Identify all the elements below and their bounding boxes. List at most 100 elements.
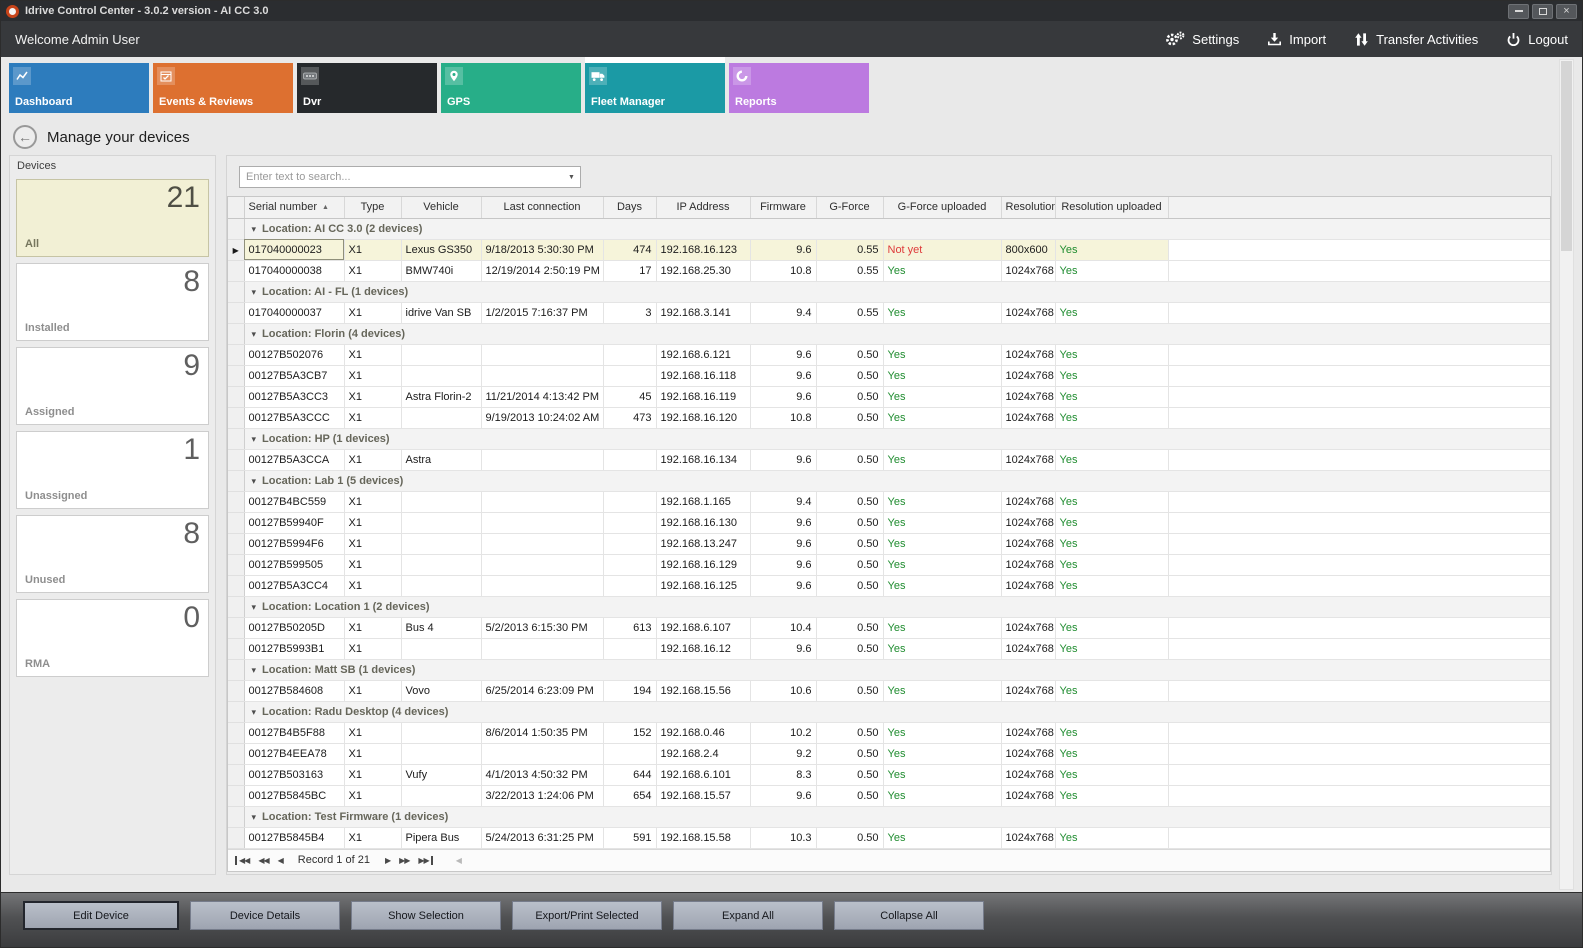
show-selection-button[interactable]: Show Selection: [351, 901, 501, 930]
device-filter-card-rma[interactable]: 0 RMA: [16, 599, 209, 677]
cell-firmware[interactable]: 9.6: [750, 449, 816, 470]
logout-button[interactable]: Logout: [1506, 32, 1568, 47]
cell-resolution[interactable]: 1024x768: [1001, 260, 1055, 281]
cell-days[interactable]: [603, 575, 656, 596]
cell-type[interactable]: X1: [344, 386, 401, 407]
cell-vehicle[interactable]: Vovo: [401, 680, 481, 701]
cell-resolution[interactable]: 1024x768: [1001, 302, 1055, 323]
cell-ip-address[interactable]: 192.168.16.129: [656, 554, 750, 575]
row-indicator[interactable]: [228, 554, 244, 575]
row-indicator[interactable]: [228, 764, 244, 785]
tab-events-reviews[interactable]: Events & Reviews: [153, 63, 293, 113]
cell-g-force-uploaded[interactable]: Yes: [883, 764, 1001, 785]
cell-last-connection[interactable]: [481, 344, 603, 365]
cell-g-force-uploaded[interactable]: Yes: [883, 491, 1001, 512]
cell-resolution-uploaded[interactable]: Yes: [1055, 638, 1168, 659]
column-header-ip-address[interactable]: IP Address: [656, 197, 750, 218]
cell-resolution-uploaded[interactable]: Yes: [1055, 722, 1168, 743]
cell-ip-address[interactable]: 192.168.2.4: [656, 743, 750, 764]
cell-vehicle[interactable]: Astra Florin-2: [401, 386, 481, 407]
tab-fleet-manager[interactable]: Fleet Manager: [585, 63, 725, 113]
row-indicator[interactable]: [228, 365, 244, 386]
cell-g-force[interactable]: 0.55: [816, 302, 883, 323]
group-row-header[interactable]: ▾Location: AI - FL (1 devices): [244, 281, 1550, 302]
cell-resolution[interactable]: 1024x768: [1001, 575, 1055, 596]
cell-days[interactable]: [603, 638, 656, 659]
cell-g-force[interactable]: 0.50: [816, 680, 883, 701]
cell-type[interactable]: X1: [344, 743, 401, 764]
row-indicator[interactable]: ▶: [228, 239, 244, 260]
cell-resolution-uploaded[interactable]: Yes: [1055, 239, 1168, 260]
cell-last-connection[interactable]: 11/21/2014 4:13:42 PM: [481, 386, 603, 407]
next-record-button[interactable]: ▶: [385, 856, 390, 865]
cell-resolution-uploaded[interactable]: Yes: [1055, 764, 1168, 785]
cell-ip-address[interactable]: 192.168.16.130: [656, 512, 750, 533]
cell-g-force[interactable]: 0.50: [816, 533, 883, 554]
cell-firmware[interactable]: 10.2: [750, 722, 816, 743]
cell-days[interactable]: [603, 449, 656, 470]
column-header-g-force-uploaded[interactable]: G-Force uploaded: [883, 197, 1001, 218]
row-indicator[interactable]: [228, 302, 244, 323]
cell-ip-address[interactable]: 192.168.16.125: [656, 575, 750, 596]
cell-ip-address[interactable]: 192.168.16.12: [656, 638, 750, 659]
previous-page-button[interactable]: ◀◀: [258, 856, 268, 865]
cell-days[interactable]: 591: [603, 827, 656, 848]
row-indicator[interactable]: [228, 743, 244, 764]
column-header-resolution-uploaded[interactable]: Resolution uploaded: [1055, 197, 1168, 218]
cell-g-force-uploaded[interactable]: Yes: [883, 302, 1001, 323]
chevron-down-icon[interactable]: ▼: [563, 174, 580, 181]
cell-firmware[interactable]: 9.4: [750, 302, 816, 323]
cell-last-connection[interactable]: 9/18/2013 5:30:30 PM: [481, 239, 603, 260]
row-indicator[interactable]: [228, 533, 244, 554]
cell-vehicle[interactable]: Vufy: [401, 764, 481, 785]
vertical-scrollbar[interactable]: [1559, 59, 1574, 890]
cell-resolution[interactable]: 1024x768: [1001, 554, 1055, 575]
cell-firmware[interactable]: 9.6: [750, 239, 816, 260]
edit-device-button[interactable]: Edit Device: [23, 901, 179, 930]
cell-serial-number[interactable]: 00127B5845B4: [244, 827, 344, 848]
cell-vehicle[interactable]: [401, 512, 481, 533]
cell-g-force[interactable]: 0.50: [816, 575, 883, 596]
tab-dashboard[interactable]: Dashboard: [9, 63, 149, 113]
tab-dvr[interactable]: Dvr: [297, 63, 437, 113]
cell-g-force[interactable]: 0.50: [816, 743, 883, 764]
device-filter-card-unassigned[interactable]: 1 Unassigned: [16, 431, 209, 509]
cell-resolution[interactable]: 1024x768: [1001, 617, 1055, 638]
cell-vehicle[interactable]: Bus 4: [401, 617, 481, 638]
cell-last-connection[interactable]: [481, 449, 603, 470]
cell-g-force[interactable]: 0.50: [816, 491, 883, 512]
cell-last-connection[interactable]: [481, 491, 603, 512]
cell-g-force-uploaded[interactable]: Yes: [883, 638, 1001, 659]
cell-serial-number[interactable]: 00127B4BC559: [244, 491, 344, 512]
cell-resolution[interactable]: 1024x768: [1001, 365, 1055, 386]
cell-days[interactable]: 473: [603, 407, 656, 428]
cell-ip-address[interactable]: 192.168.15.56: [656, 680, 750, 701]
column-header-vehicle[interactable]: Vehicle: [401, 197, 481, 218]
cell-firmware[interactable]: 10.8: [750, 407, 816, 428]
cell-resolution[interactable]: 1024x768: [1001, 344, 1055, 365]
cell-type[interactable]: X1: [344, 638, 401, 659]
cell-g-force-uploaded[interactable]: Yes: [883, 785, 1001, 806]
cell-serial-number[interactable]: 00127B503163: [244, 764, 344, 785]
next-page-button[interactable]: ▶▶: [399, 856, 409, 865]
cell-type[interactable]: X1: [344, 512, 401, 533]
cell-g-force[interactable]: 0.50: [816, 764, 883, 785]
last-record-button[interactable]: ▶▶: [418, 856, 432, 865]
cell-last-connection[interactable]: [481, 575, 603, 596]
cell-resolution[interactable]: 1024x768: [1001, 743, 1055, 764]
cell-firmware[interactable]: 9.6: [750, 512, 816, 533]
cell-g-force-uploaded[interactable]: Yes: [883, 743, 1001, 764]
cell-serial-number[interactable]: 00127B5A3CC3: [244, 386, 344, 407]
cell-vehicle[interactable]: [401, 722, 481, 743]
cell-last-connection[interactable]: [481, 512, 603, 533]
cell-resolution-uploaded[interactable]: Yes: [1055, 365, 1168, 386]
column-header-serial-number[interactable]: Serial number▲: [244, 197, 344, 218]
cell-ip-address[interactable]: 192.168.15.58: [656, 827, 750, 848]
cell-vehicle[interactable]: [401, 407, 481, 428]
cell-firmware[interactable]: 9.2: [750, 743, 816, 764]
cell-ip-address[interactable]: 192.168.1.165: [656, 491, 750, 512]
cell-g-force[interactable]: 0.50: [816, 554, 883, 575]
cell-days[interactable]: 45: [603, 386, 656, 407]
close-button[interactable]: ×: [1556, 4, 1577, 19]
row-indicator[interactable]: [228, 407, 244, 428]
